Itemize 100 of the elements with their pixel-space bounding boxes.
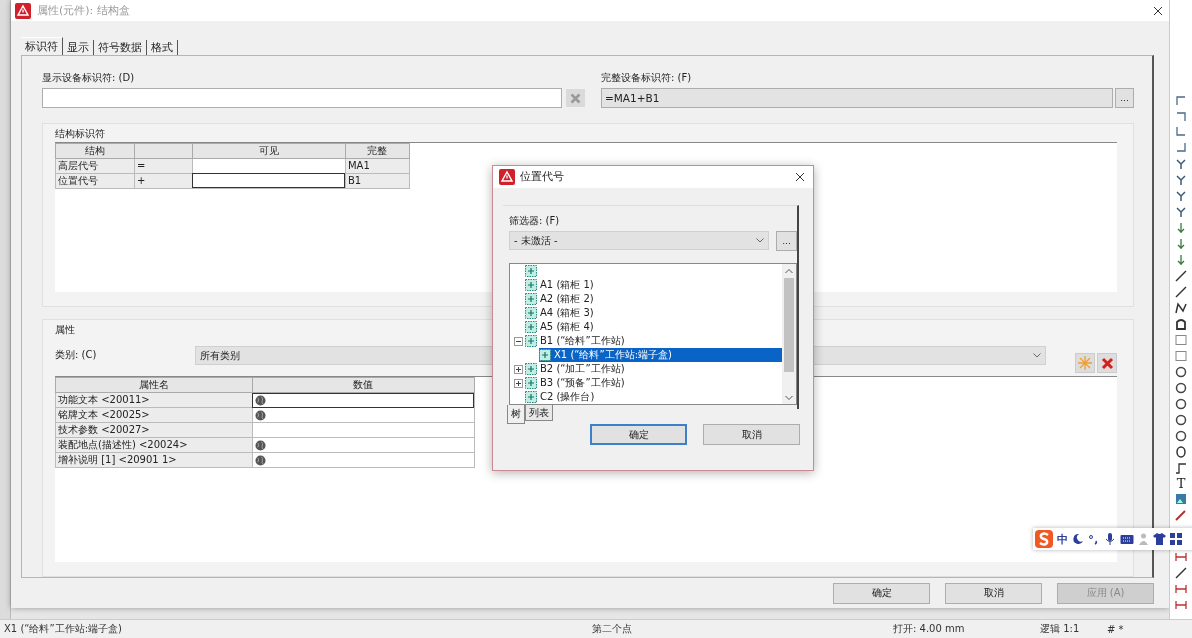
group-title: 属性 xyxy=(55,323,75,338)
keyboard-icon[interactable] xyxy=(1120,533,1134,545)
ellipse-tool-icon[interactable] xyxy=(1174,446,1188,458)
input-field[interactable]: =MA1+B1 xyxy=(601,88,1114,108)
tree-item[interactable]: A4 (箱柜 3) xyxy=(525,306,782,320)
status-text: X1 (“给料”工作站:端子盒) xyxy=(4,622,123,636)
circle-tool-icon[interactable] xyxy=(1174,414,1188,426)
chevron-down-icon xyxy=(1033,353,1041,359)
curve-tool-icon[interactable] xyxy=(1174,462,1188,474)
line-tool-icon[interactable] xyxy=(1174,270,1188,282)
node-icon xyxy=(525,293,537,305)
node-icon xyxy=(525,363,537,375)
field-label: 筛选器: (F) xyxy=(509,214,561,228)
status-text: 第二个点 xyxy=(592,622,633,636)
dimension-tool-icon[interactable] xyxy=(1174,583,1188,595)
globe-icon xyxy=(255,394,266,406)
node-icon xyxy=(525,265,537,277)
polyline-tool-icon[interactable] xyxy=(1174,302,1188,314)
column-header: 数值 xyxy=(252,377,475,393)
dialog-button[interactable]: 确定 xyxy=(590,424,687,445)
tab[interactable]: 树 xyxy=(507,405,525,424)
tab[interactable]: 列表 xyxy=(525,405,553,421)
text-tool[interactable]: T xyxy=(1176,476,1186,491)
dialog-button[interactable]: 确定 xyxy=(833,582,931,604)
column-header: 可见 xyxy=(192,143,346,159)
group-title: 结构标识符 xyxy=(55,126,105,141)
status-text: 打开: 4.00 mm xyxy=(893,622,966,636)
node-icon xyxy=(525,279,537,291)
field-label: 完整设备标识符: (F) xyxy=(601,71,693,85)
column-header: 属性名 xyxy=(55,377,253,393)
dimension-tool-icon[interactable] xyxy=(1174,551,1188,563)
field-label: 类别: (C) xyxy=(55,348,98,363)
node-icon xyxy=(525,307,537,319)
close-icon xyxy=(570,92,581,104)
tree-item[interactable]: A5 (箱柜 4) xyxy=(525,320,782,334)
scroll-thumb[interactable] xyxy=(784,278,794,372)
globe-icon xyxy=(255,439,266,451)
tree-item[interactable]: A1 (箱柜 1) xyxy=(525,278,782,292)
dialog-button[interactable]: 取消 xyxy=(945,582,1043,604)
browse-button[interactable]: ... xyxy=(776,231,797,251)
globe-icon xyxy=(255,454,266,466)
line-tool-icon[interactable] xyxy=(1174,567,1188,579)
dialog-button[interactable]: 取消 xyxy=(703,424,800,445)
input-field[interactable] xyxy=(42,88,562,108)
arc-tool-icon[interactable] xyxy=(1174,318,1188,330)
tree-item[interactable]: B1 (“给料”工作站) xyxy=(525,334,782,348)
logo-icon[interactable] xyxy=(1035,530,1053,548)
circle-tool-icon[interactable] xyxy=(1174,366,1188,378)
window-title: 属性(元件): 结构盒 xyxy=(37,3,131,18)
shirt-icon[interactable] xyxy=(1153,533,1166,545)
image-tool-icon[interactable] xyxy=(1174,493,1188,505)
close-icon[interactable] xyxy=(795,172,805,182)
expand-icon[interactable] xyxy=(514,364,523,374)
filter-select[interactable]: - 未激活 - xyxy=(509,231,769,250)
globe-icon xyxy=(255,409,266,421)
column-header xyxy=(134,143,193,159)
pen-tool-icon[interactable] xyxy=(1174,509,1188,521)
line-tool-icon[interactable] xyxy=(1174,286,1188,298)
corner-tool-icon[interactable] xyxy=(1174,110,1188,122)
tab[interactable]: 标识符 xyxy=(21,37,63,55)
app-logo-icon xyxy=(499,169,515,185)
status-text: # * xyxy=(1107,623,1125,635)
junction-tool-icon[interactable] xyxy=(1174,206,1188,218)
punctuation-icon[interactable] xyxy=(1088,533,1100,545)
tree-item[interactable]: C2 (操作台) xyxy=(525,390,782,404)
dimension-tool-icon[interactable] xyxy=(1174,599,1188,611)
circle-tool-icon[interactable] xyxy=(1174,430,1188,442)
close-icon xyxy=(1100,356,1114,370)
delete-button[interactable] xyxy=(1097,353,1118,374)
corner-tool-icon[interactable] xyxy=(1174,142,1188,154)
node-icon xyxy=(539,349,551,361)
field-label: 显示设备标识符: (D) xyxy=(42,71,136,85)
input-cell[interactable] xyxy=(192,173,346,189)
corner-tool-icon[interactable] xyxy=(1174,94,1188,106)
scrollbar[interactable] xyxy=(782,264,796,404)
microphone-icon[interactable] xyxy=(1104,532,1116,546)
close-icon[interactable] xyxy=(1153,5,1164,16)
circle-tool-icon[interactable] xyxy=(1174,398,1188,410)
browse-button[interactable]: ... xyxy=(1115,88,1135,108)
sparkle-icon xyxy=(1078,356,1093,371)
tree-item[interactable]: X1 (“给料”工作站:端子盒) xyxy=(539,348,782,362)
tree-item[interactable]: B3 (“预备”工作站) xyxy=(525,376,782,390)
moon-icon[interactable] xyxy=(1072,533,1084,545)
status-text: 逻辑 1:1 xyxy=(1040,622,1081,636)
tree-item[interactable]: A2 (箱柜 2) xyxy=(525,292,782,306)
corner-tool-icon[interactable] xyxy=(1174,126,1188,138)
dialog-title: 位置代号 xyxy=(520,170,565,184)
column-header: 完整 xyxy=(345,143,410,159)
junction-tool-icon[interactable] xyxy=(1174,158,1188,170)
junction-tool-icon[interactable] xyxy=(1174,174,1188,186)
node-icon xyxy=(525,391,537,403)
collapse-icon[interactable] xyxy=(514,336,523,346)
circle-tool-icon[interactable] xyxy=(1174,382,1188,394)
expand-icon[interactable] xyxy=(514,378,523,388)
ime-mode[interactable]: 中 xyxy=(1057,531,1068,547)
junction-tool-icon[interactable] xyxy=(1174,190,1188,202)
column-header: 结构 xyxy=(55,143,135,159)
grid-icon[interactable] xyxy=(1170,533,1182,545)
node-icon xyxy=(525,377,537,389)
chevron-down-icon xyxy=(756,238,764,243)
